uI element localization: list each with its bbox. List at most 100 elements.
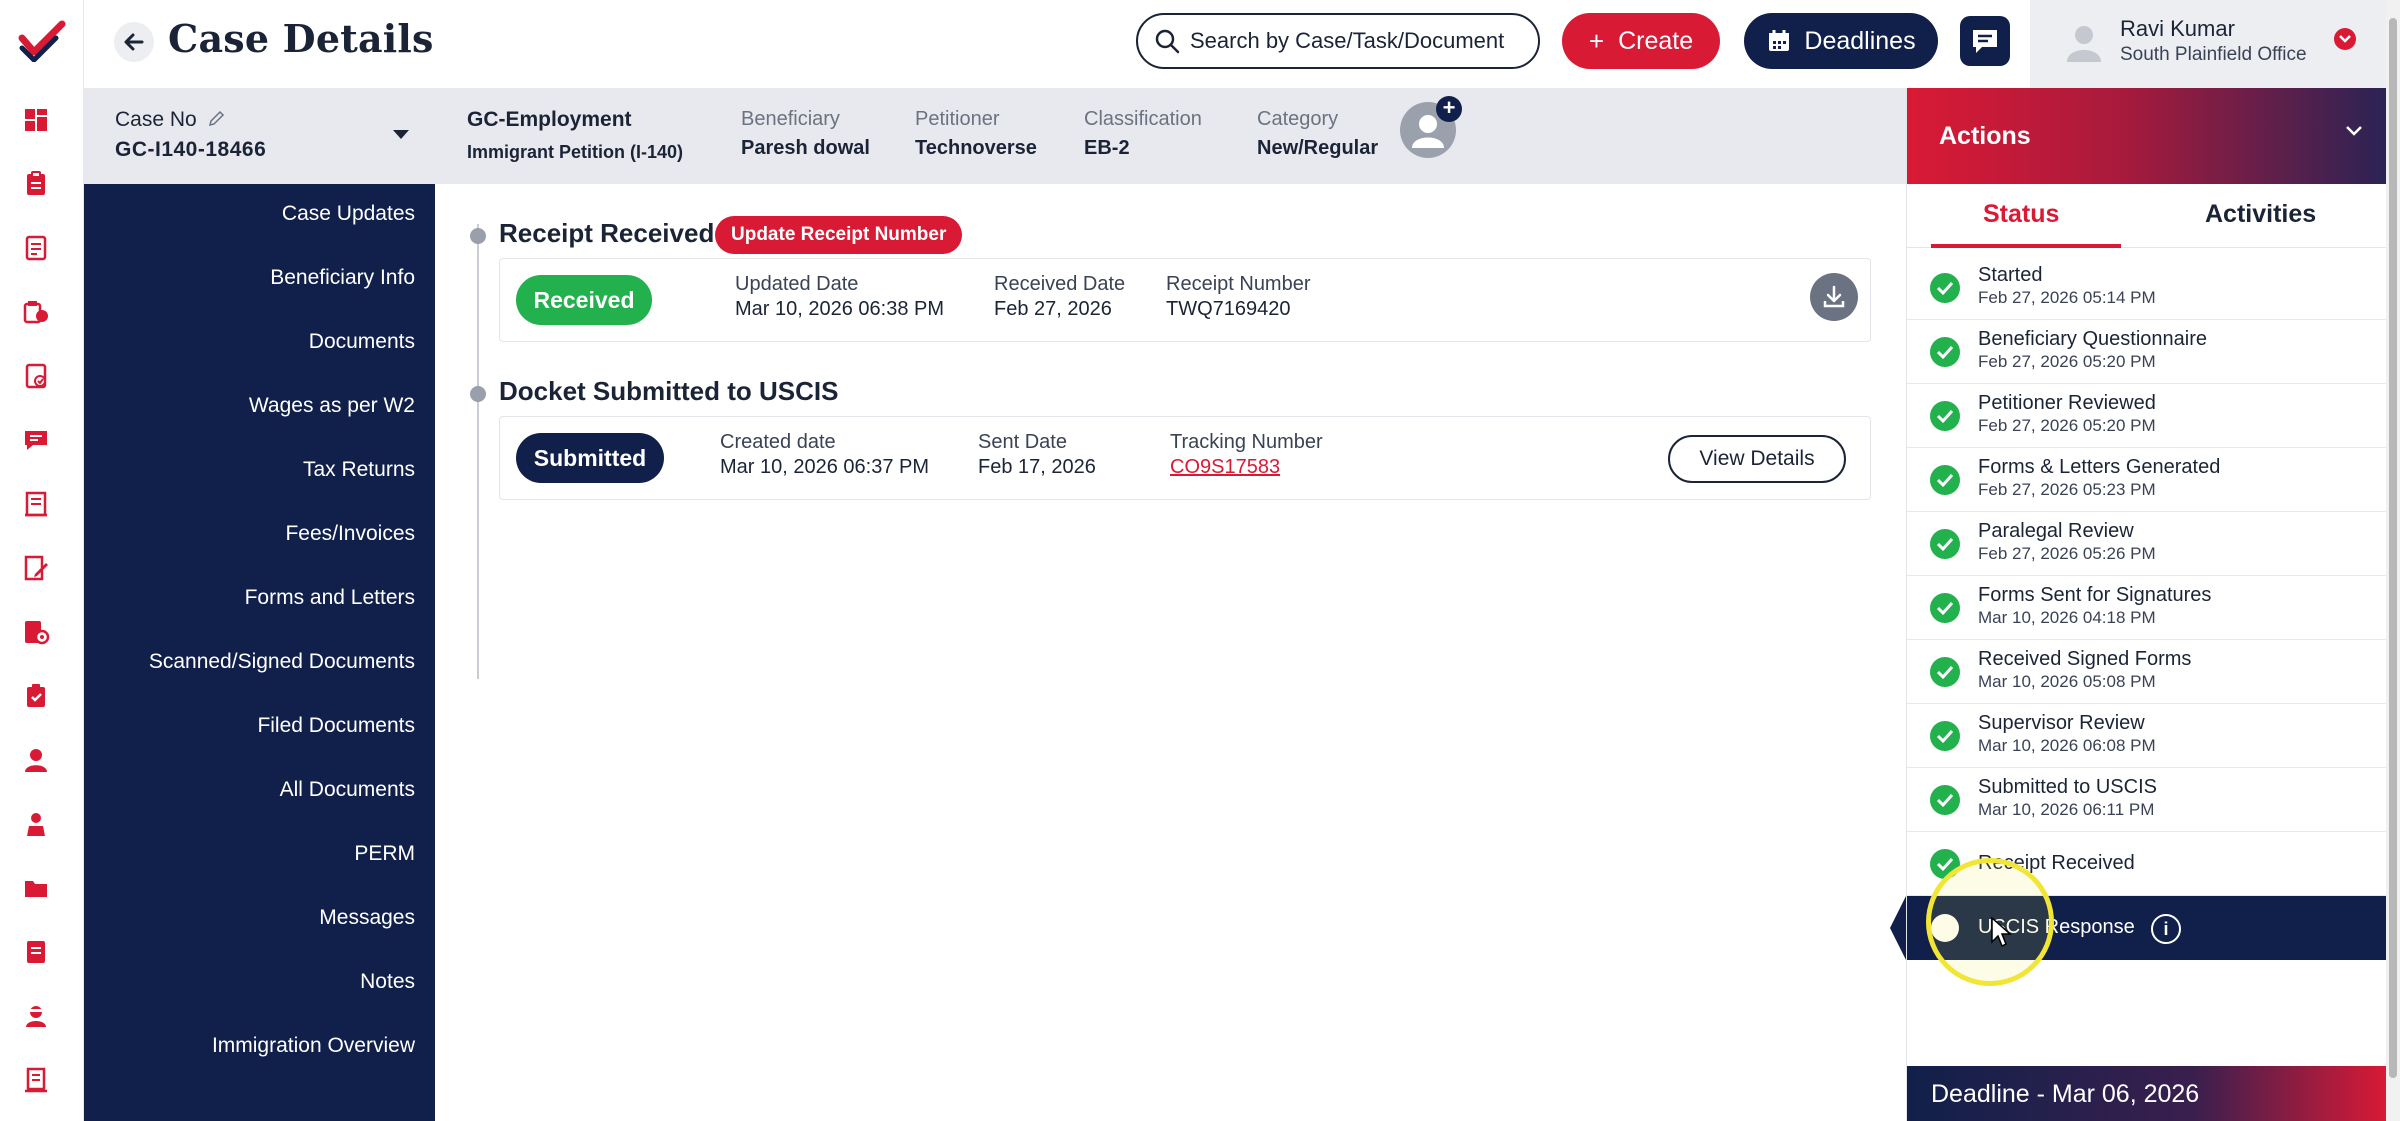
case-number-label: Case No	[115, 108, 197, 131]
task-icon[interactable]	[20, 680, 52, 712]
cases-icon[interactable]	[20, 296, 52, 328]
status-item[interactable]: Received Signed Forms Mar 10, 2026 05:08…	[1907, 640, 2387, 704]
status-item[interactable]: Receipt Received	[1907, 832, 2387, 896]
scrollbar-thumb[interactable]	[2389, 18, 2397, 1078]
back-button[interactable]	[114, 22, 154, 62]
person-icon[interactable]	[20, 808, 52, 840]
status-badge-received: Received	[516, 275, 652, 325]
deadlines-button-label: Deadlines	[1804, 26, 1916, 55]
sidebar-item-immigration-overview[interactable]: Immigration Overview	[212, 1034, 415, 1058]
message-icon[interactable]	[20, 424, 52, 456]
tracking-number-link[interactable]: CO9S17583	[1170, 456, 1323, 479]
sidebar-item-scanned-signed[interactable]: Scanned/Signed Documents	[149, 650, 415, 674]
status-item[interactable]: Started Feb 27, 2026 05:14 PM	[1907, 256, 2387, 320]
case-sidebar: Case Updates Beneficiary Info Documents …	[84, 184, 435, 1121]
dashboard-icon[interactable]	[20, 104, 52, 136]
timeline-dot	[470, 386, 486, 402]
sidebar-item-tax-returns[interactable]: Tax Returns	[303, 458, 415, 482]
status-item[interactable]: Submitted to USCIS Mar 10, 2026 06:11 PM	[1907, 768, 2387, 832]
status-item[interactable]: Forms Sent for Signatures Mar 10, 2026 0…	[1907, 576, 2387, 640]
sidebar-item-messages[interactable]: Messages	[319, 906, 415, 930]
icon-rail	[0, 0, 84, 1121]
info-icon[interactable]: i	[2151, 914, 2181, 944]
download-icon	[1823, 285, 1845, 308]
status-name: Receipt Received	[1978, 852, 2135, 874]
pencil-icon[interactable]	[207, 110, 225, 128]
deadlines-button[interactable]: Deadlines	[1744, 13, 1938, 69]
user-icon[interactable]	[20, 744, 52, 776]
chat-button[interactable]	[1960, 16, 2010, 66]
status-item[interactable]: Petitioner Reviewed Feb 27, 2026 05:20 P…	[1907, 384, 2387, 448]
status-date: Mar 10, 2026 05:08 PM	[1978, 672, 2156, 691]
ledger-icon[interactable]	[20, 1064, 52, 1096]
docket-section-title: Docket Submitted to USCIS	[499, 376, 839, 406]
sidebar-item-beneficiary-info[interactable]: Beneficiary Info	[270, 266, 415, 290]
tab-activities[interactable]: Activities	[2205, 200, 2316, 229]
sidebar-item-forms-letters[interactable]: Forms and Letters	[245, 586, 415, 610]
search-box[interactable]	[1136, 13, 1540, 69]
user-office: South Plainfield Office	[2120, 44, 2307, 65]
user-dropdown-icon[interactable]	[2334, 28, 2356, 50]
view-details-button[interactable]: View Details	[1668, 435, 1846, 483]
status-name: Supervisor Review	[1978, 712, 2145, 734]
status-item[interactable]: Forms & Letters Generated Feb 27, 2026 0…	[1907, 448, 2387, 512]
check-circle-icon	[1930, 465, 1960, 495]
search-input[interactable]	[1190, 28, 1530, 54]
report-icon[interactable]	[20, 488, 52, 520]
create-button[interactable]: + Create	[1562, 13, 1720, 69]
add-contact-button[interactable]: +	[1400, 96, 1462, 158]
invoice-icon[interactable]	[20, 936, 52, 968]
actions-header[interactable]: Actions	[1907, 88, 2387, 184]
sidebar-item-notes[interactable]: Notes	[360, 970, 415, 994]
tab-status[interactable]: Status	[1983, 200, 2059, 229]
status-date: Feb 27, 2026 05:23 PM	[1978, 480, 2156, 499]
case-switch-caret-icon[interactable]	[392, 128, 410, 146]
status-item-pending[interactable]: USCIS Response i	[1907, 896, 2387, 960]
sidebar-item-fees-invoices[interactable]: Fees/Invoices	[285, 522, 415, 546]
sidebar-item-perm[interactable]: PERM	[354, 842, 415, 866]
deadline-text: Deadline - Mar 06, 2026	[1931, 1080, 2200, 1108]
actions-panel: Actions Status Activities Started Feb 27…	[1906, 88, 2387, 1121]
checklist-icon[interactable]	[20, 360, 52, 392]
folder-icon[interactable]	[20, 872, 52, 904]
category-field: Category New/Regular	[1257, 108, 1378, 160]
sidebar-item-all-documents[interactable]: All Documents	[280, 778, 415, 802]
settings-document-icon[interactable]	[20, 616, 52, 648]
created-date-field: Created date Mar 10, 2026 06:37 PM	[720, 431, 929, 479]
case-number: Case No GC-I140-18466	[115, 108, 266, 162]
contact-icon[interactable]	[20, 1000, 52, 1032]
tracking-number-field: Tracking Number CO9S17583	[1170, 431, 1323, 479]
received-date-label: Received Date	[994, 273, 1126, 295]
app-logo[interactable]	[16, 18, 68, 63]
updated-date-label: Updated Date	[735, 273, 859, 295]
clipboard-icon[interactable]	[20, 168, 52, 200]
sidebar-item-case-updates[interactable]: Case Updates	[282, 202, 415, 226]
status-item[interactable]: Supervisor Review Mar 10, 2026 06:08 PM	[1907, 704, 2387, 768]
petitioner-label: Petitioner	[915, 108, 1000, 130]
create-button-label: Create	[1618, 26, 1694, 55]
vertical-scrollbar[interactable]	[2386, 0, 2400, 1121]
sidebar-item-filed-documents[interactable]: Filed Documents	[257, 714, 415, 738]
check-circle-icon	[1930, 273, 1960, 303]
sent-date-label: Sent Date	[978, 431, 1067, 453]
status-name: Forms & Letters Generated	[1978, 456, 2221, 478]
timeline-dot	[470, 228, 486, 244]
classification-field: Classification EB-2	[1084, 108, 1202, 160]
update-receipt-number-button[interactable]: Update Receipt Number	[715, 216, 963, 254]
document-list-icon[interactable]	[20, 232, 52, 264]
search-icon	[1155, 29, 1180, 54]
status-item[interactable]: Beneficiary Questionnaire Feb 27, 2026 0…	[1907, 320, 2387, 384]
chevron-down-icon[interactable]	[2345, 124, 2363, 142]
sidebar-item-documents[interactable]: Documents	[309, 330, 415, 354]
status-date: Mar 10, 2026 06:11 PM	[1978, 800, 2155, 819]
status-date: Feb 27, 2026 05:20 PM	[1978, 416, 2156, 435]
deadline-banner: Deadline - Mar 06, 2026	[1907, 1066, 2387, 1121]
download-button[interactable]	[1810, 273, 1858, 321]
classification-label: Classification	[1084, 108, 1202, 130]
created-date-label: Created date	[720, 431, 836, 453]
case-number-value: GC-I140-18466	[115, 138, 267, 161]
active-tab-indicator	[1931, 244, 2121, 248]
sidebar-item-wages[interactable]: Wages as per W2	[249, 394, 415, 418]
edit-document-icon[interactable]	[20, 552, 52, 584]
status-item[interactable]: Paralegal Review Feb 27, 2026 05:26 PM	[1907, 512, 2387, 576]
